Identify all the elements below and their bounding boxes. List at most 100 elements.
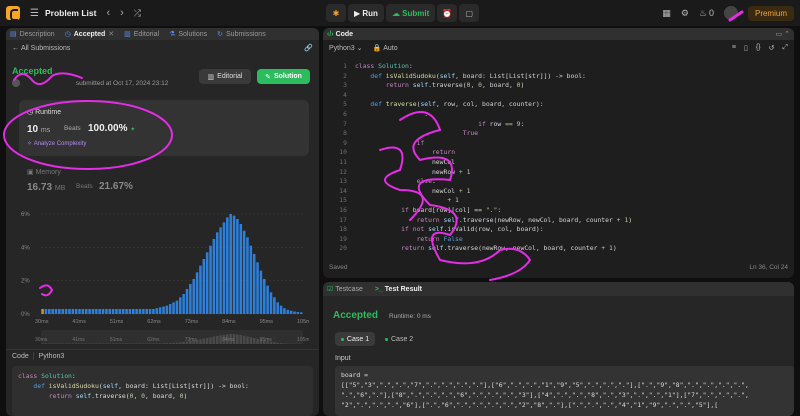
chart-bar bbox=[91, 309, 95, 314]
all-submissions-link[interactable]: ← All Submissions bbox=[12, 45, 70, 52]
tab-testcase[interactable]: ☑ Testcase bbox=[327, 285, 363, 293]
layout-icon[interactable]: ▦ bbox=[662, 8, 671, 19]
collapse-icon[interactable]: ⌃ bbox=[784, 31, 790, 38]
play-icon: ▶ bbox=[354, 8, 363, 18]
chart-bar bbox=[44, 309, 48, 314]
run-toolbar: ✱ ▶ Run ☁ Submit ⏰ ▢ bbox=[326, 4, 480, 22]
book-icon: ▥ bbox=[124, 31, 131, 38]
chart-mini-bar bbox=[41, 343, 44, 344]
tab-accepted[interactable]: ◷ Accepted ✕ bbox=[65, 30, 115, 39]
chart-mini-bar bbox=[168, 343, 172, 344]
chart-mini-bar bbox=[202, 338, 206, 344]
run-button[interactable]: ▶ Run bbox=[348, 4, 384, 22]
maximize-icon[interactable]: ▭ bbox=[776, 31, 783, 38]
braces-icon[interactable]: {} bbox=[756, 44, 761, 52]
submitted-text: submitted at Oct 17, 2024 23:12 bbox=[75, 79, 169, 87]
chart-bar bbox=[179, 297, 182, 314]
chart-mini-bar bbox=[44, 343, 48, 344]
chart-bar bbox=[58, 309, 61, 314]
language-select[interactable]: Python3 ⌄ bbox=[329, 44, 363, 52]
logo-icon[interactable] bbox=[6, 6, 20, 21]
chart-bar bbox=[226, 217, 229, 314]
code-tab[interactable]: ‹/› Code bbox=[327, 31, 353, 38]
chart-bar bbox=[88, 309, 91, 314]
case-1-tab[interactable]: Case 1 bbox=[335, 332, 375, 346]
format-icon[interactable]: ≡ bbox=[732, 44, 736, 52]
code-editor-panel: ‹/› Code ▭ ⌃ Python3 ⌄ 🔒 Auto ≡ ▯ {} ↺ ⤢… bbox=[323, 28, 794, 278]
tab-submissions[interactable]: ↻ Submissions bbox=[217, 30, 266, 39]
bookmark-icon[interactable]: ▯ bbox=[744, 44, 748, 52]
streak-fire-icon[interactable]: ♨ bbox=[699, 8, 707, 19]
save-status: Saved bbox=[329, 264, 348, 271]
expand-icon[interactable]: ⤢ bbox=[782, 44, 788, 52]
tab-description[interactable]: ▤ Description bbox=[10, 30, 55, 39]
code-editor[interactable]: 1 2 3 4 5 6 7 8 9 10 11 12 13 14 15 16 1… bbox=[323, 62, 794, 258]
user-avatar[interactable] bbox=[12, 79, 20, 87]
chart-mini-bar bbox=[118, 343, 122, 344]
cloud-upload-icon: ☁ bbox=[391, 8, 403, 18]
terminal-icon: >_ bbox=[374, 285, 385, 293]
book-icon: ▥ bbox=[207, 73, 215, 81]
alarm-icon[interactable]: ⏰ bbox=[437, 4, 458, 22]
list-icon[interactable]: ☰ bbox=[30, 8, 39, 19]
close-icon[interactable]: ✕ bbox=[108, 30, 114, 38]
chart-bar bbox=[98, 309, 101, 314]
chart-mini-bar bbox=[283, 343, 286, 344]
prev-problem-icon[interactable]: ‹ bbox=[106, 7, 110, 19]
chart-bar bbox=[131, 309, 135, 314]
chart-bar bbox=[138, 309, 142, 314]
chart-mini-bar bbox=[48, 343, 51, 344]
document-icon: ▤ bbox=[10, 31, 17, 38]
chart-bar bbox=[192, 279, 196, 314]
chart-bar bbox=[105, 309, 108, 314]
solution-button[interactable]: ✎ Solution bbox=[257, 69, 310, 84]
chart-mini-bar bbox=[242, 335, 246, 344]
chart-mini-xtick-label: 95ms bbox=[260, 337, 273, 343]
case-2-tab[interactable]: Case 2 bbox=[385, 332, 413, 346]
chart-mini-bar bbox=[273, 342, 276, 344]
test-panel: ☑ Testcase >_ Test Result Accepted Runti… bbox=[323, 282, 794, 416]
chart-bar bbox=[175, 300, 179, 314]
history-icon: ↻ bbox=[217, 31, 224, 38]
chart-mini-bar bbox=[54, 343, 58, 344]
chart-bar bbox=[155, 308, 159, 314]
chart-bar bbox=[71, 309, 75, 314]
chart-bar bbox=[81, 309, 85, 314]
reset-icon[interactable]: ↺ bbox=[769, 44, 775, 52]
ai-sparkle-icon: ✦ bbox=[130, 127, 136, 133]
runtime-distribution-chart[interactable]: 6% 4% 2% 0% 30ms 41ms 51ms 62ms 73ms 84ms 95ms 105m… bbox=[19, 206, 309, 346]
share-link-icon[interactable]: 🔗 bbox=[304, 44, 313, 52]
tab-editorial[interactable]: ▥ Editorial bbox=[124, 30, 159, 39]
premium-button[interactable]: Premium bbox=[747, 5, 794, 21]
chart-bar bbox=[273, 297, 276, 314]
debug-icon[interactable]: ✱ bbox=[326, 4, 346, 22]
editorial-button[interactable]: ▥ Editorial bbox=[199, 69, 251, 84]
chart-mini-bar bbox=[276, 342, 279, 344]
shuffle-icon[interactable]: ⤮ bbox=[134, 8, 141, 19]
chart-mini-bar bbox=[68, 343, 71, 344]
chart-mini-bar bbox=[152, 343, 155, 344]
chart-bar bbox=[246, 237, 249, 314]
chart-mini-bar bbox=[172, 342, 175, 344]
chart-mini-xtick-label: 73ms bbox=[185, 337, 198, 343]
tab-test-result[interactable]: >_ Test Result bbox=[375, 286, 422, 293]
auto-mode[interactable]: 🔒 Auto bbox=[373, 44, 398, 52]
input-box: board = [["5","3",".",".","7",".",".","."… bbox=[335, 366, 794, 416]
next-problem-icon[interactable]: › bbox=[120, 7, 124, 19]
chart-bar bbox=[142, 309, 145, 314]
gear-icon[interactable]: ⚙ bbox=[681, 8, 689, 19]
problem-list-link[interactable]: Problem List bbox=[45, 8, 96, 18]
avatar[interactable] bbox=[723, 6, 738, 20]
chart-bar bbox=[148, 309, 152, 314]
submit-button[interactable]: ☁ Submit bbox=[385, 4, 436, 22]
analyze-complexity-link[interactable]: ✧ Analyze Complexity bbox=[27, 140, 86, 147]
chart-mini-bar bbox=[148, 343, 152, 344]
runtime-beats-label: Beats bbox=[64, 125, 81, 132]
chart-bar bbox=[51, 309, 54, 314]
runtime-card[interactable]: ◷ Runtime 10 ms Beats 100.00% ✦ ✧ Analyz… bbox=[19, 100, 309, 156]
note-icon[interactable]: ▢ bbox=[459, 4, 480, 22]
chart-mini-xtick-label: 62ms bbox=[147, 337, 160, 343]
tab-solutions[interactable]: ⚗ Solutions bbox=[169, 30, 207, 39]
chart-mini-bar bbox=[51, 343, 54, 344]
source-code[interactable]: class Solution: def isValidSudoku(self, … bbox=[355, 62, 632, 254]
